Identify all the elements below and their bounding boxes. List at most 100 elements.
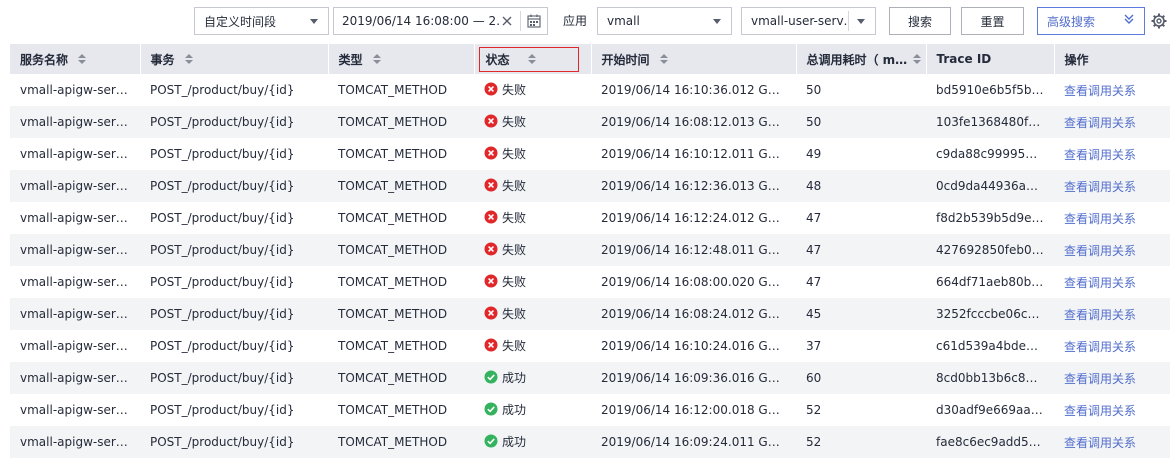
table-row[interactable]: vmall-apigw-serv… POST_/product/buy/{id}… — [10, 234, 1170, 266]
x-circle-icon — [484, 242, 502, 256]
table-row[interactable]: vmall-apigw-serv… POST_/product/buy/{id}… — [10, 362, 1170, 394]
cell-duration: 50 — [796, 106, 926, 138]
cell-action: 查看调用关系 — [1054, 266, 1170, 298]
view-call-relation-link[interactable]: 查看调用关系 — [1064, 276, 1136, 290]
sort-icon[interactable] — [372, 54, 381, 64]
sort-icon[interactable] — [78, 54, 87, 64]
cell-type: TOMCAT_METHOD — [328, 234, 474, 266]
cell-action: 查看调用关系 — [1054, 234, 1170, 266]
status-text: 失败 — [502, 306, 527, 321]
chevron-down-icon — [713, 18, 721, 24]
cell-start-time: 2019/06/14 16:08:00.020 GMT… — [591, 266, 796, 298]
cell-status: 成功 — [474, 362, 591, 394]
status-text: 失败 — [502, 178, 527, 193]
cell-service: vmall-apigw-serv… — [10, 330, 140, 362]
sort-icon[interactable] — [527, 54, 536, 64]
x-circle-icon — [484, 114, 502, 128]
cell-status: 失败 — [474, 234, 591, 266]
view-call-relation-link[interactable]: 查看调用关系 — [1064, 372, 1136, 386]
column-header-label: 服务名称 — [20, 52, 69, 67]
check-circle-icon — [484, 434, 502, 448]
view-call-relation-link[interactable]: 查看调用关系 — [1064, 180, 1136, 194]
table-row[interactable]: vmall-apigw-serv… POST_/product/buy/{id}… — [10, 394, 1170, 426]
x-circle-icon — [484, 178, 502, 192]
cell-duration: 52 — [796, 426, 926, 458]
cell-transaction: POST_/product/buy/{id} — [140, 170, 328, 202]
cell-duration: 50 — [796, 74, 926, 106]
cell-trace-id: 427692850feb095c — [926, 234, 1054, 266]
cell-start-time: 2019/06/14 16:12:48.011 GMT… — [591, 234, 796, 266]
cell-action: 查看调用关系 — [1054, 202, 1170, 234]
table-row[interactable]: vmall-apigw-serv… POST_/product/buy/{id}… — [10, 330, 1170, 362]
view-call-relation-link[interactable]: 查看调用关系 — [1064, 308, 1136, 322]
view-call-relation-link[interactable]: 查看调用关系 — [1064, 84, 1136, 98]
sort-icon[interactable] — [913, 54, 922, 64]
table-row[interactable]: vmall-apigw-serv… POST_/product/buy/{id}… — [10, 202, 1170, 234]
view-call-relation-link[interactable]: 查看调用关系 — [1064, 340, 1136, 354]
column-header-actions: 操作 — [1053, 44, 1170, 74]
cell-service: vmall-apigw-serv… — [10, 170, 140, 202]
column-header-status[interactable]: 状态 — [473, 44, 591, 74]
cell-type: TOMCAT_METHOD — [328, 394, 474, 426]
view-call-relation-link[interactable]: 查看调用关系 — [1064, 116, 1136, 130]
cell-duration: 45 — [796, 298, 926, 330]
reset-button[interactable]: 重置 — [961, 7, 1024, 35]
cell-start-time: 2019/06/14 16:08:24.012 GMT… — [591, 298, 796, 330]
service-select[interactable]: vmall-user-serv… — [741, 7, 876, 35]
advanced-search-button[interactable]: 高级搜索 — [1037, 7, 1145, 35]
column-header-type[interactable]: 类型 — [327, 44, 474, 74]
clear-icon[interactable] — [500, 16, 514, 26]
table-row[interactable]: vmall-apigw-serv… POST_/product/buy/{id}… — [10, 138, 1170, 170]
cell-status: 失败 — [474, 330, 591, 362]
cell-transaction: POST_/product/buy/{id} — [140, 74, 328, 106]
cell-start-time: 2019/06/14 16:08:12.013 GMT… — [591, 106, 796, 138]
column-header-duration[interactable]: 总调用耗时（ m… — [795, 44, 926, 74]
cell-trace-id: fae8c6ec9add5dd0 — [926, 426, 1054, 458]
trace-table: 服务名称 事务 类型 状态 开始时间 总调用耗时（ m… Trace ID 操作… — [10, 44, 1170, 458]
column-header-start-time[interactable]: 开始时间 — [590, 44, 796, 74]
cell-service: vmall-apigw-serv… — [10, 106, 140, 138]
cell-duration: 60 — [796, 362, 926, 394]
cell-start-time: 2019/06/14 16:10:36.012 GMT… — [591, 74, 796, 106]
cell-service: vmall-apigw-serv… — [10, 234, 140, 266]
search-button[interactable]: 搜索 — [889, 7, 951, 35]
calendar-icon[interactable] — [527, 14, 541, 28]
cell-transaction: POST_/product/buy/{id} — [140, 202, 328, 234]
table-row[interactable]: vmall-apigw-serv… POST_/product/buy/{id}… — [10, 298, 1170, 330]
view-call-relation-link[interactable]: 查看调用关系 — [1064, 244, 1136, 258]
sort-icon[interactable] — [659, 54, 668, 64]
cell-service: vmall-apigw-serv… — [10, 394, 140, 426]
view-call-relation-link[interactable]: 查看调用关系 — [1064, 148, 1136, 162]
cell-status: 失败 — [474, 170, 591, 202]
table-row[interactable]: vmall-apigw-serv… POST_/product/buy/{id}… — [10, 106, 1170, 138]
table-header: 服务名称 事务 类型 状态 开始时间 总调用耗时（ m… Trace ID 操作 — [10, 44, 1170, 74]
app-select[interactable]: vmall — [597, 7, 732, 35]
view-call-relation-link[interactable]: 查看调用关系 — [1064, 212, 1136, 226]
cell-duration: 47 — [796, 266, 926, 298]
cell-transaction: POST_/product/buy/{id} — [140, 138, 328, 170]
cell-transaction: POST_/product/buy/{id} — [140, 266, 328, 298]
cell-service: vmall-apigw-serv… — [10, 362, 140, 394]
view-call-relation-link[interactable]: 查看调用关系 — [1064, 436, 1136, 450]
check-circle-icon — [484, 402, 502, 416]
check-circle-icon — [484, 370, 502, 384]
cell-type: TOMCAT_METHOD — [328, 74, 474, 106]
table-row[interactable]: vmall-apigw-serv… POST_/product/buy/{id}… — [10, 74, 1170, 106]
gear-icon[interactable] — [1151, 13, 1167, 32]
x-circle-icon — [484, 306, 502, 320]
time-range-select[interactable]: 自定义时间段 — [194, 7, 329, 35]
table-row[interactable]: vmall-apigw-serv… POST_/product/buy/{id}… — [10, 266, 1170, 298]
column-header-service[interactable]: 服务名称 — [10, 44, 140, 74]
cell-action: 查看调用关系 — [1054, 362, 1170, 394]
column-header-transaction[interactable]: 事务 — [139, 44, 328, 74]
view-call-relation-link[interactable]: 查看调用关系 — [1064, 404, 1136, 418]
cell-type: TOMCAT_METHOD — [328, 298, 474, 330]
datetime-range-value: 2019/06/14 16:08:00 — 2… — [342, 14, 500, 28]
cell-duration: 49 — [796, 138, 926, 170]
table-row[interactable]: vmall-apigw-serv… POST_/product/buy/{id}… — [10, 426, 1170, 458]
cell-service: vmall-apigw-serv… — [10, 426, 140, 458]
table-row[interactable]: vmall-apigw-serv… POST_/product/buy/{id}… — [10, 170, 1170, 202]
cell-trace-id: 8cd0bb13b6c8bc5f — [926, 362, 1054, 394]
sort-icon[interactable] — [184, 54, 193, 64]
datetime-range-picker[interactable]: 2019/06/14 16:08:00 — 2… — [333, 7, 548, 35]
